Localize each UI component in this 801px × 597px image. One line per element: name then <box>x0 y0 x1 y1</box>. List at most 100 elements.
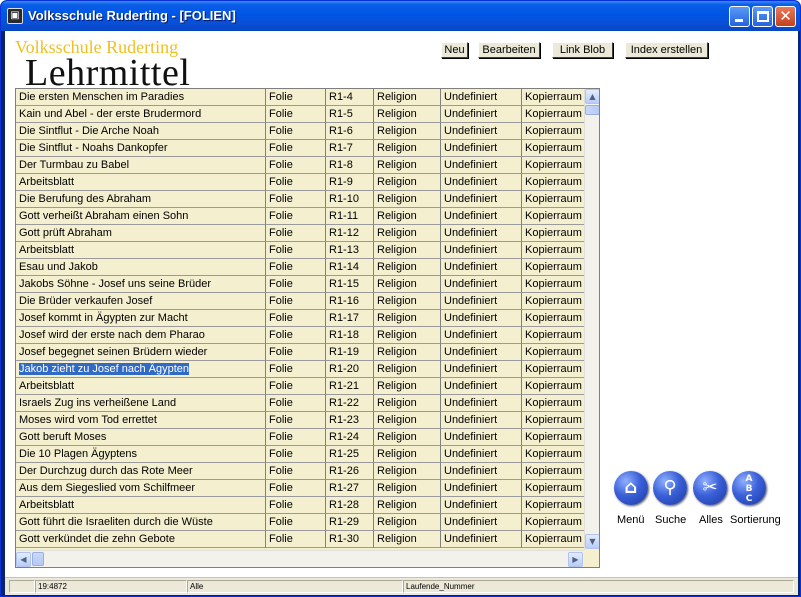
table-row[interactable]: Der Turmbau zu Babel Folie R1-8 Religion Und… <box>16 157 584 174</box>
table-row[interactable]: Jakob zieht zu Josef nach Ägypten Folie R1… <box>16 361 584 378</box>
minimize-button[interactable] <box>729 6 750 27</box>
scroll-up-button[interactable]: ▲ <box>585 89 599 104</box>
media-type-cell[interactable]: Folie <box>266 327 326 344</box>
subject-cell[interactable]: Religion <box>374 174 441 191</box>
subject-cell[interactable]: Religion <box>374 225 441 242</box>
location-cell[interactable]: Kopierraum <box>522 446 584 463</box>
media-type-cell[interactable]: Folie <box>266 310 326 327</box>
table-row[interactable]: Die 10 Plagen Ägyptens Folie R1-25 Religion… <box>16 446 584 463</box>
subject-cell[interactable]: Religion <box>374 123 441 140</box>
location-cell[interactable]: Kopierraum <box>522 378 584 395</box>
title-cell[interactable]: Esau und Jakob <box>16 259 266 276</box>
signature-cell[interactable]: R1-12 <box>326 225 374 242</box>
title-cell[interactable]: Die 10 Plagen Ägyptens <box>16 446 266 463</box>
title-cell[interactable]: Jakobs Söhne - Josef uns seine Brüder <box>16 276 266 293</box>
subject-cell[interactable]: Religion <box>374 429 441 446</box>
title-cell[interactable]: Die Brüder verkaufen Josef <box>16 293 266 310</box>
location-cell[interactable]: Kopierraum <box>522 327 584 344</box>
location-cell[interactable]: Kopierraum <box>522 140 584 157</box>
signature-cell[interactable]: R1-13 <box>326 242 374 259</box>
location-cell[interactable]: Kopierraum <box>522 429 584 446</box>
new-button[interactable]: Neu <box>441 42 468 58</box>
title-cell[interactable]: Josef kommt in Ägypten zur Macht <box>16 310 266 327</box>
table-row[interactable]: Die Sintflut - Noahs Dankopfer Folie R1-7 R… <box>16 140 584 157</box>
media-type-cell[interactable]: Folie <box>266 531 326 548</box>
table-row[interactable]: Gott führt die Israeliten durch die Wüst… <box>16 514 584 531</box>
location-cell[interactable]: Kopierraum <box>522 344 584 361</box>
class-cell[interactable]: Undefiniert <box>441 361 522 378</box>
signature-cell[interactable]: R1-20 <box>326 361 374 378</box>
location-cell[interactable]: Kopierraum <box>522 276 584 293</box>
table-row[interactable]: Jakobs Söhne - Josef uns seine Brüder Fol… <box>16 276 584 293</box>
signature-cell[interactable]: R1-16 <box>326 293 374 310</box>
horizontal-scroll-thumb[interactable] <box>32 552 44 566</box>
location-cell[interactable]: Kopierraum <box>522 395 584 412</box>
title-cell[interactable]: Gott verkündet die zehn Gebote <box>16 531 266 548</box>
subject-cell[interactable]: Religion <box>374 514 441 531</box>
signature-cell[interactable]: R1-5 <box>326 106 374 123</box>
table-row[interactable]: Arbeitsblatt Folie R1-28 Religion Undefinier… <box>16 497 584 514</box>
location-cell[interactable]: Kopierraum <box>522 531 584 548</box>
table-row[interactable]: Die Brüder verkaufen Josef Folie R1-16 Reli… <box>16 293 584 310</box>
class-cell[interactable]: Undefiniert <box>441 157 522 174</box>
signature-cell[interactable]: R1-4 <box>326 89 374 106</box>
class-cell[interactable]: Undefiniert <box>441 531 522 548</box>
media-type-cell[interactable]: Folie <box>266 191 326 208</box>
search-nav-button[interactable]: ⚲ <box>653 471 687 505</box>
location-cell[interactable]: Kopierraum <box>522 310 584 327</box>
signature-cell[interactable]: R1-24 <box>326 429 374 446</box>
media-type-cell[interactable]: Folie <box>266 208 326 225</box>
location-cell[interactable]: Kopierraum <box>522 242 584 259</box>
subject-cell[interactable]: Religion <box>374 157 441 174</box>
signature-cell[interactable]: R1-25 <box>326 446 374 463</box>
subject-cell[interactable]: Religion <box>374 293 441 310</box>
table-row[interactable]: Gott verkündet die zehn Gebote Folie R1-30… <box>16 531 584 548</box>
vertical-scrollbar[interactable]: ▲ ▼ <box>584 89 599 550</box>
class-cell[interactable]: Undefiniert <box>441 276 522 293</box>
scissors-nav-button[interactable]: ✂ <box>693 471 727 505</box>
title-cell[interactable]: Die Berufung des Abraham <box>16 191 266 208</box>
media-type-cell[interactable]: Folie <box>266 174 326 191</box>
subject-cell[interactable]: Religion <box>374 191 441 208</box>
signature-cell[interactable]: R1-19 <box>326 344 374 361</box>
maximize-button[interactable] <box>752 6 773 27</box>
class-cell[interactable]: Undefiniert <box>441 242 522 259</box>
table-row[interactable]: Die Berufung des Abraham Folie R1-10 Religi… <box>16 191 584 208</box>
title-cell[interactable]: Jakob zieht zu Josef nach Ägypten <box>16 361 266 378</box>
edit-button[interactable]: Bearbeiten <box>478 42 540 58</box>
table-row[interactable]: Josef kommt in Ägypten zur Macht Folie R1-… <box>16 310 584 327</box>
class-cell[interactable]: Undefiniert <box>441 395 522 412</box>
media-type-cell[interactable]: Folie <box>266 378 326 395</box>
media-type-cell[interactable]: Folie <box>266 140 326 157</box>
location-cell[interactable]: Kopierraum <box>522 174 584 191</box>
title-cell[interactable]: Die Sintflut - Die Arche Noah <box>16 123 266 140</box>
subject-cell[interactable]: Religion <box>374 140 441 157</box>
location-cell[interactable]: Kopierraum <box>522 208 584 225</box>
media-type-cell[interactable]: Folie <box>266 412 326 429</box>
media-type-cell[interactable]: Folie <box>266 429 326 446</box>
location-cell[interactable]: Kopierraum <box>522 259 584 276</box>
title-cell[interactable]: Arbeitsblatt <box>16 174 266 191</box>
media-type-cell[interactable]: Folie <box>266 497 326 514</box>
close-button[interactable]: ✕ <box>775 6 796 27</box>
media-type-cell[interactable]: Folie <box>266 157 326 174</box>
table-row[interactable]: Arbeitsblatt Folie R1-13 Religion Undefinier… <box>16 242 584 259</box>
class-cell[interactable]: Undefiniert <box>441 429 522 446</box>
create-index-button[interactable]: Index erstellen <box>625 42 708 58</box>
title-cell[interactable]: Aus dem Siegeslied vom Schilfmeer <box>16 480 266 497</box>
table-row[interactable]: Kain und Abel - der erste Brudermord Foli… <box>16 106 584 123</box>
location-cell[interactable]: Kopierraum <box>522 293 584 310</box>
access-form-icon[interactable]: ▣ <box>7 8 23 24</box>
class-cell[interactable]: Undefiniert <box>441 463 522 480</box>
subject-cell[interactable]: Religion <box>374 208 441 225</box>
media-type-cell[interactable]: Folie <box>266 276 326 293</box>
title-cell[interactable]: Arbeitsblatt <box>16 497 266 514</box>
subject-cell[interactable]: Religion <box>374 344 441 361</box>
class-cell[interactable]: Undefiniert <box>441 191 522 208</box>
table-row[interactable]: Arbeitsblatt Folie R1-9 Religion Undefiniert… <box>16 174 584 191</box>
signature-cell[interactable]: R1-11 <box>326 208 374 225</box>
class-cell[interactable]: Undefiniert <box>441 225 522 242</box>
table-row[interactable]: Moses wird vom Tod errettet Folie R1-23 Rel… <box>16 412 584 429</box>
location-cell[interactable]: Kopierraum <box>522 480 584 497</box>
media-type-cell[interactable]: Folie <box>266 225 326 242</box>
